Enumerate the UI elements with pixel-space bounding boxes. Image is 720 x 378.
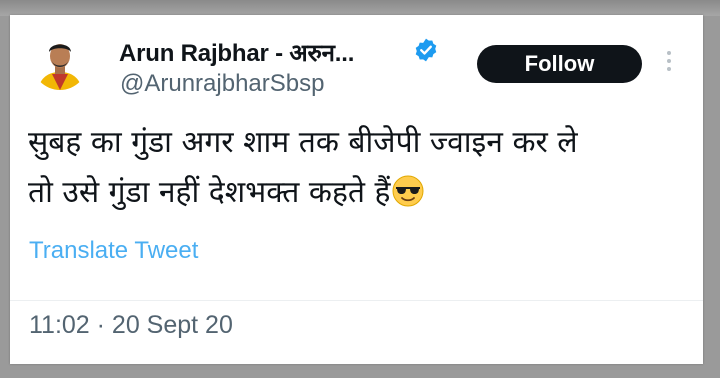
tweet-text: सुबह का गुंडा अगर शाम तक बीजेपी ज्वाइन क… xyxy=(28,118,678,218)
verified-badge-icon xyxy=(415,38,437,62)
tweet-text-line-content: तो उसे गुंडा नहीं देशभक्त कहते हैं xyxy=(28,175,391,210)
author-avatar[interactable] xyxy=(32,34,88,90)
screenshot-frame xyxy=(0,0,720,16)
sunglasses-emoji-icon xyxy=(392,175,424,207)
tweet-card: Arun Rajbhar - अरुन... @ArunrajbharSbsp … xyxy=(10,15,703,364)
author-handle[interactable]: @ArunrajbharSbsp xyxy=(120,70,324,98)
author-display-name[interactable]: Arun Rajbhar - अरुन... xyxy=(119,36,354,69)
tweet-text-line: सुबह का गुंडा अगर शाम तक बीजेपी ज्वाइन क… xyxy=(28,125,578,160)
more-options-icon[interactable] xyxy=(662,51,676,79)
tweet-timestamp[interactable]: 11:02 · 20 Sept 20 xyxy=(29,311,233,340)
translate-tweet-link[interactable]: Translate Tweet xyxy=(29,237,198,265)
follow-button[interactable]: Follow xyxy=(477,45,642,83)
divider xyxy=(10,300,703,301)
tweet-text-line: तो उसे गुंडा नहीं देशभक्त कहते हैं xyxy=(28,168,678,218)
